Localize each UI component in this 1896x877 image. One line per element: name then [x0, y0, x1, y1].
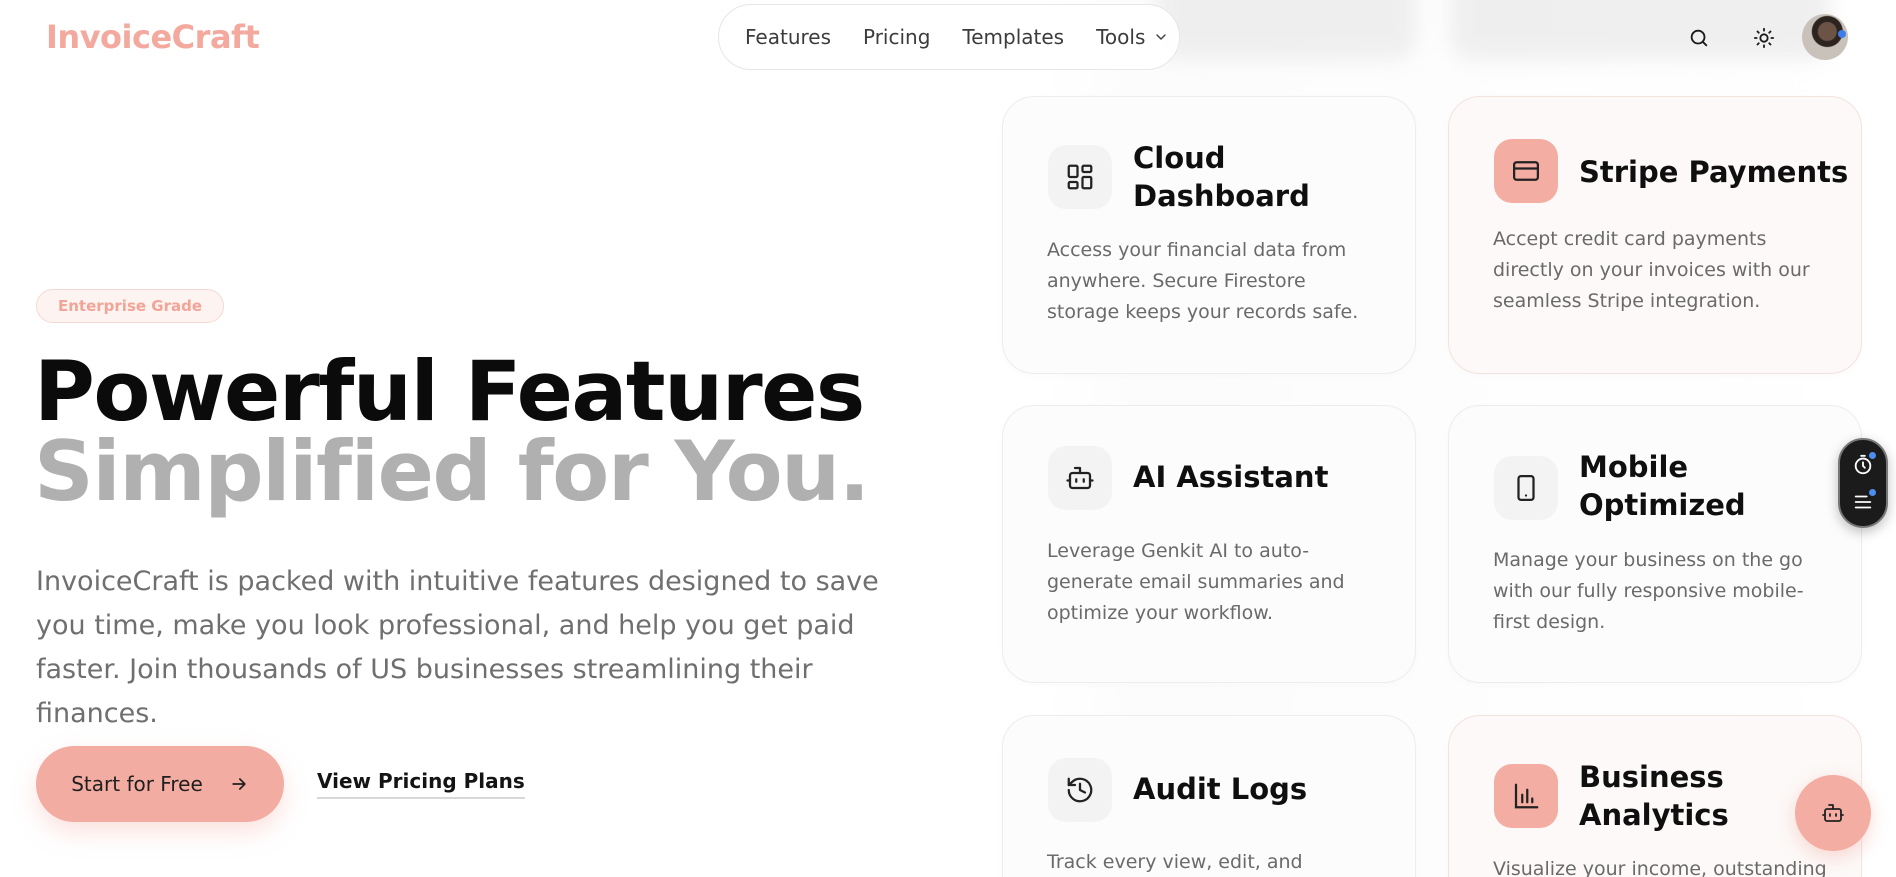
feature-card-ai-assistant: AI Assistant Leverage Genkit AI to auto-…: [1002, 405, 1416, 683]
feature-card-cloud-dashboard: Cloud Dashboard Access your financial da…: [1002, 96, 1416, 374]
feature-icon-box: [1048, 758, 1112, 822]
side-widget: [1838, 438, 1888, 528]
feature-description: Track every view, edit, and: [1047, 851, 1303, 873]
feature-card-audit-logs: Audit Logs Track every view, edit, and: [1002, 715, 1416, 877]
start-for-free-button[interactable]: Start for Free: [36, 746, 284, 822]
nav-templates-label: Templates: [962, 25, 1065, 49]
top-nav: Features Pricing Templates Tools: [718, 4, 1180, 70]
feature-title: Cloud Dashboard: [1133, 141, 1310, 213]
nav-tools[interactable]: Tools: [1096, 25, 1169, 49]
feature-description: Visualize your income, outstanding: [1493, 858, 1827, 877]
nav-tools-label: Tools: [1096, 25, 1146, 49]
bot-icon: [1822, 804, 1844, 822]
sun-icon: [1753, 27, 1775, 49]
feature-icon-box: [1494, 139, 1558, 203]
arrow-right-icon: [232, 778, 246, 790]
timer-icon: [1854, 454, 1872, 474]
feature-title: Audit Logs: [1133, 772, 1308, 806]
feature-icon-box: [1048, 145, 1112, 209]
feature-icon-box: [1048, 446, 1112, 510]
enterprise-badge: Enterprise Grade: [36, 289, 225, 323]
brand-logo[interactable]: InvoiceCraft: [46, 18, 260, 56]
theme-toggle-button[interactable]: [1750, 24, 1778, 52]
feature-description: Accept credit card payments directly on …: [1493, 228, 1810, 312]
history-icon: [1067, 777, 1093, 803]
list-icon: [1854, 495, 1872, 508]
list-button[interactable]: [1852, 488, 1876, 513]
feature-card-mobile-optimized: Mobile Optimized Manage your business on…: [1448, 405, 1862, 683]
hero-description: InvoiceCraft is packed with intuitive fe…: [36, 566, 879, 729]
credit-card-icon: [1513, 161, 1539, 181]
feature-description: Manage your business on the go with our …: [1493, 549, 1804, 633]
nav-features-label: Features: [745, 25, 831, 49]
search-button[interactable]: [1685, 24, 1713, 52]
bar-chart-icon: [1514, 783, 1539, 809]
view-pricing-plans-link[interactable]: View Pricing Plans: [317, 769, 525, 799]
feature-title: AI Assistant: [1133, 460, 1329, 494]
nav-templates[interactable]: Templates: [962, 25, 1064, 49]
feature-description: Access your financial data from anywhere…: [1047, 239, 1359, 323]
feature-title: Stripe Payments: [1579, 155, 1849, 189]
nav-pricing[interactable]: Pricing: [863, 25, 930, 49]
nav-pricing-label: Pricing: [863, 25, 931, 49]
feature-icon-box: [1494, 764, 1558, 828]
page: InvoiceCraft Features Pricing Templates …: [0, 0, 1896, 877]
hero-title-line1: Powerful Features: [34, 343, 865, 440]
ghost-card-left: [1156, 0, 1416, 60]
avatar[interactable]: [1802, 14, 1848, 60]
timer-button[interactable]: [1852, 451, 1876, 476]
feature-card-stripe-payments: Stripe Payments Accept credit card payme…: [1448, 96, 1862, 374]
feature-icon-box: [1494, 456, 1558, 520]
feature-title: Mobile Optimized: [1579, 450, 1746, 522]
hero-title-line2: Simplified for You.: [34, 423, 870, 520]
dashboard-grid-icon: [1067, 164, 1093, 190]
start-for-free-label: Start for Free: [71, 772, 203, 796]
ai-chat-button[interactable]: [1795, 775, 1871, 851]
nav-features[interactable]: Features: [745, 25, 831, 49]
chevron-down-icon: [1156, 34, 1167, 40]
feature-description: Leverage Genkit AI to auto-generate emai…: [1047, 540, 1345, 624]
bot-icon: [1066, 466, 1094, 490]
smartphone-icon: [1517, 475, 1535, 501]
search-icon: [1690, 29, 1708, 47]
